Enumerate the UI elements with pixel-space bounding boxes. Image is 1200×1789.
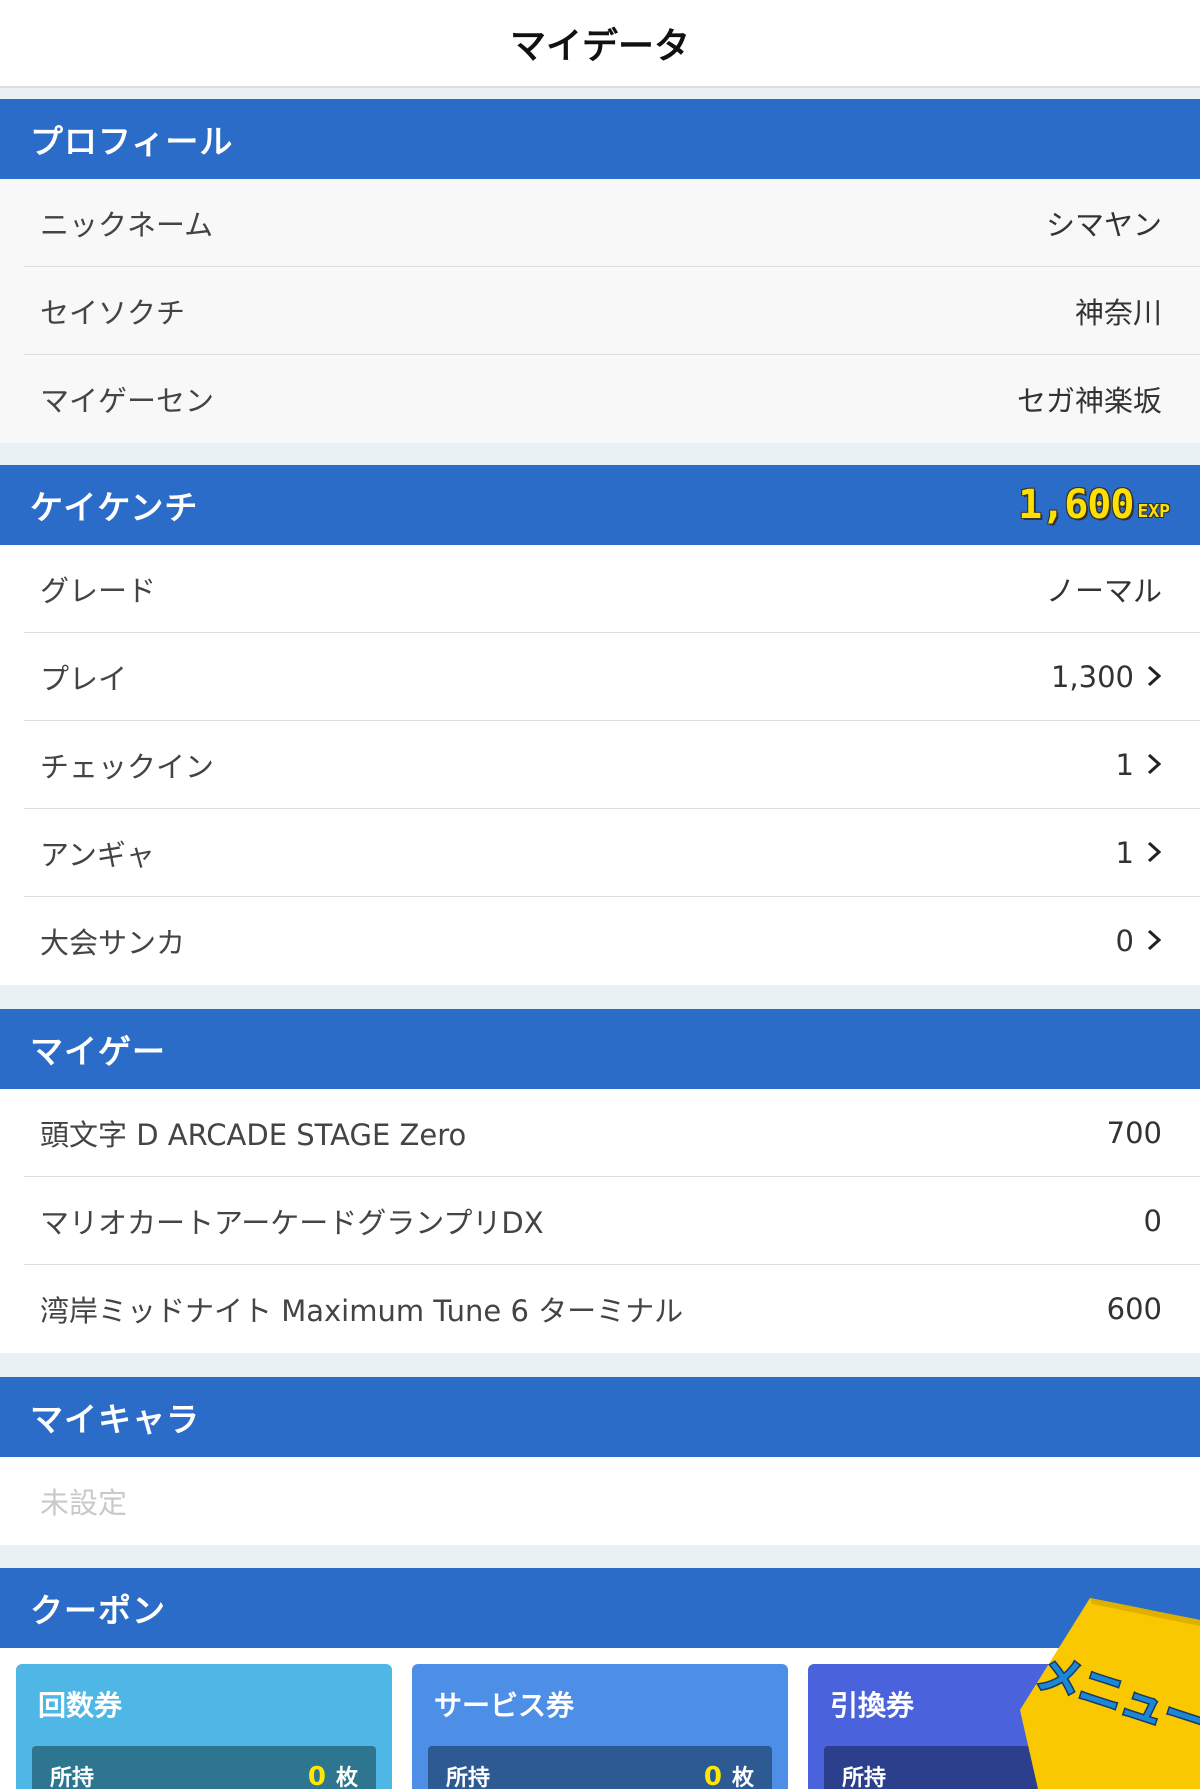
row-value: 0 — [1115, 924, 1134, 958]
mygame-row: 頭文字 D ARCADE STAGE Zero 700 — [24, 1089, 1200, 1177]
row-value: 0 — [1143, 1203, 1162, 1238]
mygame-row: 湾岸ミッドナイト Maximum Tune 6 ターミナル 600 — [24, 1265, 1200, 1353]
profile-row-nickname: ニックネーム シマヤン — [24, 179, 1200, 267]
profile-row-home-arcade: マイゲーセン セガ神楽坂 — [24, 355, 1200, 443]
experience-section-header: ケイケンチ 1,600 EXP — [0, 465, 1200, 545]
coupon-card-kaisuken[interactable]: 回数券 所持 0枚 — [16, 1664, 392, 1789]
mygame-list: 頭文字 D ARCADE STAGE Zero 700 マリオカートアーケードグ… — [0, 1089, 1200, 1353]
profile-section-title: プロフィール — [30, 122, 234, 161]
coupon-section-title: クーポン — [30, 1591, 166, 1630]
experience-row-tournament[interactable]: 大会サンカ 0 — [24, 897, 1200, 985]
unset-text: 未設定 — [40, 1486, 128, 1520]
coupon-held-label: 所持 — [446, 1766, 491, 1789]
coupon-count: 0 — [703, 1762, 722, 1789]
row-label: グレード — [40, 573, 157, 608]
row-value: 1,300 — [1050, 659, 1134, 694]
mygame-section-title: マイゲー — [30, 1032, 166, 1071]
row-label: マリオカートアーケードグランプリDX — [40, 1205, 544, 1240]
coupon-card-title: 回数券 — [38, 1689, 123, 1722]
row-value: 1 — [1115, 835, 1134, 870]
page-title: マイデータ — [509, 26, 690, 67]
row-value: 700 — [1106, 1115, 1162, 1150]
mychara-section-title: マイキャラ — [30, 1400, 200, 1439]
row-label: 大会サンカ — [40, 926, 186, 960]
chevron-right-icon — [1146, 836, 1162, 870]
experience-section-title: ケイケンチ — [30, 488, 199, 527]
coupon-unit: 枚 — [335, 1766, 358, 1789]
menu-badge-icon: メニュー — [1020, 1598, 1200, 1789]
row-label: セイソクチ — [40, 295, 186, 330]
mygame-row: マリオカートアーケードグランプリDX 0 — [24, 1177, 1200, 1265]
row-value: ノーマル — [1045, 573, 1162, 608]
exp-value: 1,600 — [1018, 482, 1134, 528]
row-label: チェックイン — [40, 749, 215, 784]
mychara-section-header: マイキャラ — [0, 1377, 1200, 1457]
exp-unit: EXP — [1137, 501, 1170, 522]
coupon-held-label: 所持 — [842, 1766, 887, 1789]
experience-row-play[interactable]: プレイ 1,300 — [24, 633, 1200, 721]
row-label: マイゲーセン — [40, 384, 215, 418]
mygame-section-header: マイゲー — [0, 1009, 1200, 1089]
row-value: セガ神楽坂 — [1016, 384, 1162, 418]
top-bar: マイデータ — [0, 0, 1200, 88]
experience-row-checkin[interactable]: チェックイン 1 — [24, 721, 1200, 809]
row-label: 頭文字 D ARCADE STAGE Zero — [40, 1117, 467, 1152]
profile-list: ニックネーム シマヤン セイソクチ 神奈川 マイゲーセン セガ神楽坂 — [0, 179, 1200, 443]
chevron-right-icon — [1146, 660, 1162, 694]
chevron-right-icon — [1146, 748, 1162, 782]
row-value: 600 — [1106, 1292, 1162, 1326]
coupon-card-service[interactable]: サービス券 所持 0枚 — [412, 1664, 788, 1789]
coupon-held-bar: 所持 0枚 — [428, 1746, 772, 1789]
row-label: ニックネーム — [40, 207, 214, 242]
profile-section-header: プロフィール — [0, 99, 1200, 179]
coupon-unit: 枚 — [731, 1766, 754, 1789]
profile-row-prefecture: セイソクチ 神奈川 — [24, 267, 1200, 355]
row-value: シマヤン — [1045, 207, 1162, 242]
menu-button[interactable]: メニュー — [1010, 1590, 1200, 1789]
exp-total: 1,600 EXP — [1018, 482, 1170, 528]
coupon-held-label: 所持 — [50, 1766, 95, 1789]
coupon-card-title: サービス券 — [434, 1689, 575, 1722]
row-label: 湾岸ミッドナイト Maximum Tune 6 ターミナル — [40, 1294, 684, 1328]
experience-row-angya[interactable]: アンギャ 1 — [24, 809, 1200, 897]
mychara-unset-row: 未設定 — [24, 1457, 1200, 1545]
experience-row-grade: グレード ノーマル — [24, 545, 1200, 633]
coupon-held-bar: 所持 0枚 — [32, 1746, 376, 1789]
row-value: 神奈川 — [1074, 295, 1162, 330]
row-label: アンギャ — [40, 837, 155, 872]
chevron-right-icon — [1146, 924, 1162, 958]
mychara-list: 未設定 — [0, 1457, 1200, 1545]
experience-list: グレード ノーマル プレイ 1,300 チェックイン 1 アンギャ 1 大会サン… — [0, 545, 1200, 985]
row-value: 1 — [1115, 747, 1134, 782]
row-label: プレイ — [40, 661, 128, 696]
coupon-count: 0 — [307, 1762, 326, 1789]
